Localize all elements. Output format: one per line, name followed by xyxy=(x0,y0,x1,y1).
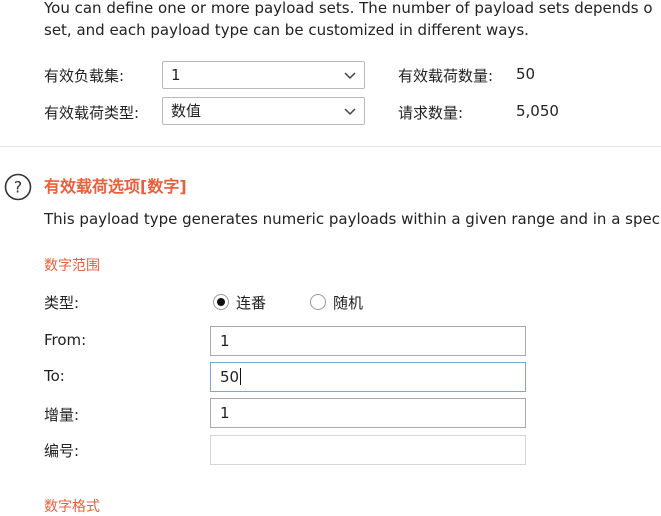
request-count-value: 5,050 xyxy=(516,102,559,120)
payload-type-select[interactable]: 数值 xyxy=(162,97,365,125)
type-label: 类型: xyxy=(44,294,80,312)
number-format-title: 数字格式 xyxy=(44,499,100,515)
random-label[interactable]: 随机 xyxy=(333,292,363,313)
from-input[interactable]: 1 xyxy=(210,326,526,356)
chevron-down-icon xyxy=(344,108,356,116)
number-range-title: 数字范围 xyxy=(44,258,100,274)
chevron-down-icon xyxy=(344,72,356,80)
howmany-input[interactable] xyxy=(210,435,526,465)
to-value: 50 xyxy=(220,368,240,386)
payload-options-title: 有效载荷选项[数字] xyxy=(44,177,187,196)
payload-set-value: 1 xyxy=(171,66,181,84)
section-divider xyxy=(0,146,661,147)
sequential-radio[interactable] xyxy=(213,294,229,310)
from-value: 1 xyxy=(220,332,230,350)
random-radio[interactable] xyxy=(310,294,326,310)
step-input[interactable]: 1 xyxy=(210,398,526,428)
from-label: From: xyxy=(44,331,87,349)
payload-set-select[interactable]: 1 xyxy=(162,61,365,89)
request-count-label: 请求数量: xyxy=(398,104,464,122)
text-caret xyxy=(240,368,242,385)
sequential-label[interactable]: 连番 xyxy=(236,292,266,313)
intro-line-2: set, and each payload type can be custom… xyxy=(44,21,529,39)
intro-line-1: You can define one or more payload sets.… xyxy=(44,0,653,17)
payload-type-label: 有效载荷类型: xyxy=(44,104,140,122)
to-input[interactable]: 50 xyxy=(210,362,526,392)
step-value: 1 xyxy=(220,404,230,422)
payload-options-description: This payload type generates numeric payl… xyxy=(44,210,660,228)
help-icon[interactable]: ? xyxy=(4,173,32,201)
to-label: To: xyxy=(44,367,65,385)
payload-count-label: 有效载荷数量: xyxy=(398,67,494,85)
payload-count-value: 50 xyxy=(516,65,536,83)
svg-text:?: ? xyxy=(14,178,23,197)
step-label: 增量: xyxy=(44,406,80,424)
howmany-label: 编号: xyxy=(44,442,80,460)
payload-set-label: 有效负载集: xyxy=(44,67,125,85)
payload-type-value: 数值 xyxy=(171,102,202,120)
